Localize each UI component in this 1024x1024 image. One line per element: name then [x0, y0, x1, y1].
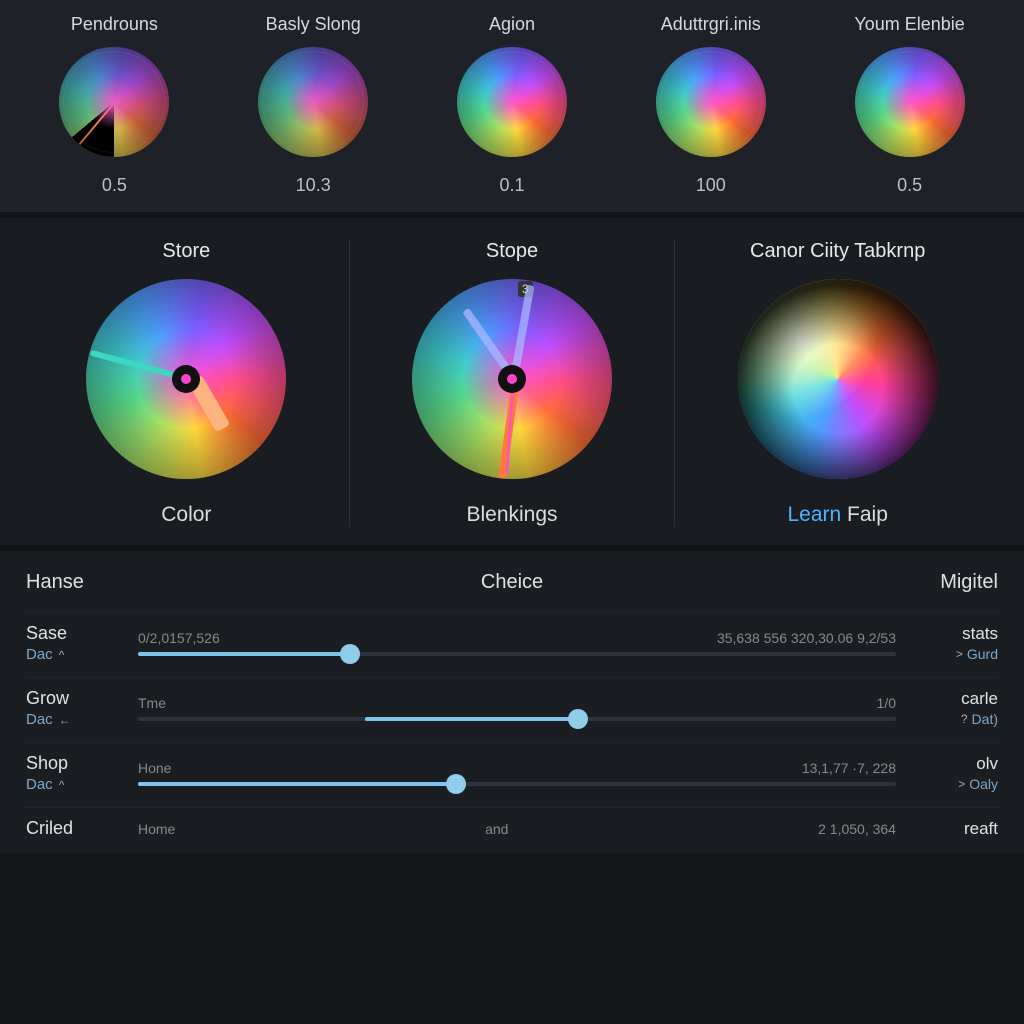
row-right: reaft [908, 819, 998, 839]
row-sub[interactable]: Dac ^ [26, 776, 126, 793]
slider-right-label: 1/0 [877, 695, 896, 711]
mid-footer: Color [161, 503, 211, 527]
stope-wheel[interactable]: 3 [412, 279, 612, 479]
question-icon[interactable]: ? [961, 712, 968, 726]
row-left: Sase Dac ^ [26, 623, 126, 663]
row-name: Sase [26, 623, 126, 644]
row-sub-r[interactable]: > Gurd [908, 646, 998, 662]
color-wheel-icon[interactable] [656, 47, 766, 157]
slider-center-label: and [485, 821, 508, 837]
mid-title: Stope [486, 240, 538, 263]
row-right: olv > Oaly [908, 754, 998, 792]
dial-pendrouns[interactable]: Pendrouns 0.5 [26, 14, 203, 196]
chevron-up-icon[interactable]: ^ [59, 778, 65, 792]
row-sub-r[interactable]: > Oaly [908, 776, 998, 792]
mid-title: Store [162, 240, 210, 263]
row-name-r: olv [908, 754, 998, 774]
dial-label: Aduttrgri.inis [661, 14, 761, 35]
slider-left-label: Home [138, 821, 175, 837]
color-wheel-icon[interactable] [457, 47, 567, 157]
row-center: Tme 1/0 [138, 695, 896, 721]
color-wheel-icon[interactable] [258, 47, 368, 157]
row-name: Criled [26, 818, 126, 839]
slider-left-label: Hone [138, 760, 171, 776]
dial-value: 0.5 [897, 175, 922, 196]
head-left: Hanse [26, 571, 84, 594]
mid-col-canor: Canor Ciity Tabkrnp Learn Faip [674, 240, 1000, 527]
dial-basly-slong[interactable]: Basly Slong 10.3 [225, 14, 402, 196]
slider-row: Sase Dac ^ 0/2,0157,526 35,638 556 320,3… [26, 612, 998, 677]
chevron-right-icon[interactable]: > [958, 777, 965, 791]
row-right: stats > Gurd [908, 624, 998, 662]
slider-thumb[interactable] [340, 644, 360, 664]
slider-right-label: 13,1,77 ·7, 228 [802, 760, 896, 776]
mid-footer: Learn Faip [787, 503, 887, 527]
bottom-headers: Hanse Cheice Migitel [26, 567, 998, 612]
row-sub[interactable]: Dac ^ [26, 646, 126, 663]
chevron-right-icon[interactable]: > [956, 647, 963, 661]
slider-right-label: 35,638 556 320,30.06 9,2/53 [717, 630, 896, 646]
dial-label: Agion [489, 14, 535, 35]
color-picker-wheel[interactable] [738, 279, 938, 479]
arrow-left-icon[interactable]: ← [59, 713, 71, 727]
store-wheel[interactable] [86, 279, 286, 479]
slider-track[interactable] [138, 782, 896, 786]
slider-thumb[interactable] [568, 709, 588, 729]
row-left: Grow Dac ← [26, 688, 126, 728]
slider-row: Grow Dac ← Tme 1/0 carle ? Dat) [26, 677, 998, 742]
mid-panel: Store Color Stope 3 Blenkings Canor Ciit… [0, 218, 1024, 551]
head-center: Cheice [481, 571, 543, 594]
row-sub-r[interactable]: ? Dat) [908, 711, 998, 727]
mid-col-stope: Stope 3 Blenkings [349, 240, 675, 527]
row-name-r: stats [908, 624, 998, 644]
mid-title: Canor Ciity Tabkrnp [750, 240, 925, 263]
slider-track[interactable] [138, 652, 896, 656]
slider-row: Criled Home and 2 1,050, 364 reaft [26, 807, 998, 853]
dial-agion[interactable]: Agion 0.1 [423, 14, 600, 196]
dial-value: 10.3 [296, 175, 331, 196]
slider-left-label: Tme [138, 695, 166, 711]
color-wheel-icon[interactable] [855, 47, 965, 157]
dial-value: 0.5 [102, 175, 127, 196]
mid-col-store: Store Color [24, 240, 349, 527]
dial-label: Youm Elenbie [854, 14, 964, 35]
dial-label: Basly Slong [266, 14, 361, 35]
row-name-r: carle [908, 689, 998, 709]
slider-left-label: 0/2,0157,526 [138, 630, 220, 646]
row-center: Home and 2 1,050, 364 [138, 821, 896, 837]
top-dials-panel: Pendrouns 0.5 Basly Slong 10.3 Agion 0.1… [0, 0, 1024, 218]
slider-row: Shop Dac ^ Hone 13,1,77 ·7, 228 olv > Oa… [26, 742, 998, 807]
wheel-center-icon [498, 365, 526, 393]
dial-value: 100 [696, 175, 726, 196]
row-center: Hone 13,1,77 ·7, 228 [138, 760, 896, 786]
row-name-r: reaft [908, 819, 998, 839]
slider-track[interactable] [138, 717, 896, 721]
row-right: carle ? Dat) [908, 689, 998, 727]
row-name: Grow [26, 688, 126, 709]
row-name: Shop [26, 753, 126, 774]
dial-value: 0.1 [499, 175, 524, 196]
learn-link[interactable]: Learn [787, 503, 841, 526]
row-sub[interactable]: Dac ← [26, 711, 126, 728]
row-left: Shop Dac ^ [26, 753, 126, 793]
mid-footer-rest: Faip [841, 503, 888, 526]
dial-aduttrgri[interactable]: Aduttrgri.inis 100 [622, 14, 799, 196]
bottom-panel: Hanse Cheice Migitel Sase Dac ^ 0/2,0157… [0, 551, 1024, 853]
mid-footer: Blenkings [466, 503, 557, 527]
dial-youm-elenbie[interactable]: Youm Elenbie 0.5 [821, 14, 998, 196]
head-right: Migitel [940, 571, 998, 594]
slider-right-label: 2 1,050, 364 [818, 821, 896, 837]
chevron-up-icon[interactable]: ^ [59, 648, 65, 662]
row-center: 0/2,0157,526 35,638 556 320,30.06 9,2/53 [138, 630, 896, 656]
color-wheel-icon[interactable] [59, 47, 169, 157]
slider-thumb[interactable] [446, 774, 466, 794]
row-left: Criled [26, 818, 126, 839]
dial-label: Pendrouns [71, 14, 158, 35]
